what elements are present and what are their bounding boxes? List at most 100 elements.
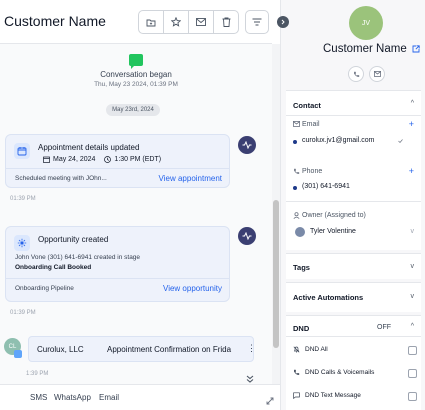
primary-dot bbox=[293, 186, 297, 190]
email-card[interactable]: Curolux, LLC Appointment Confirmation on… bbox=[28, 336, 254, 362]
add-email-button[interactable]: + bbox=[409, 119, 414, 129]
phone-icon bbox=[353, 71, 359, 77]
more-options-icon[interactable]: ⋮ bbox=[247, 344, 256, 353]
email-subject: Appointment Confirmation on Frida bbox=[107, 344, 232, 354]
appointment-timestamp: 01:39 PM bbox=[10, 196, 36, 202]
opportunity-title: Opportunity created bbox=[38, 235, 109, 244]
activity-icon bbox=[238, 227, 256, 245]
chevron-down-icon[interactable]: v bbox=[411, 293, 415, 300]
dnd-option-label: DND Calls & Voicemails bbox=[305, 369, 375, 376]
page-title: Customer Name bbox=[4, 13, 106, 29]
add-phone-button[interactable]: + bbox=[409, 166, 414, 176]
automations-section[interactable]: Active Automations v bbox=[286, 282, 421, 312]
dnd-status: OFF bbox=[377, 324, 391, 331]
conversation-began-title: Conversation began bbox=[100, 70, 172, 79]
mail-icon bbox=[293, 121, 300, 127]
dnd-option-all: DND All bbox=[293, 346, 328, 353]
tab-whatsapp[interactable]: WhatsApp bbox=[54, 393, 91, 402]
mail-icon bbox=[196, 18, 206, 26]
contact-name: Customer Name bbox=[323, 43, 407, 55]
divider bbox=[286, 201, 421, 202]
contact-avatar: JV bbox=[349, 6, 383, 40]
appointment-title: Appointment details updated bbox=[38, 143, 140, 152]
conversation-began: Conversation began Thu, May 23 2024, 01:… bbox=[0, 54, 272, 88]
owner-label: Owner (Assigned to) bbox=[302, 212, 366, 219]
chevron-down-icon[interactable]: v bbox=[411, 228, 415, 235]
opportunity-pipeline: Onboarding Pipeline bbox=[15, 285, 74, 292]
appointment-time: 1:30 PM (EDT) bbox=[114, 156, 162, 163]
chevron-up-icon[interactable]: ^ bbox=[411, 323, 414, 330]
contact-section-title: Contact bbox=[293, 101, 321, 110]
bell-off-icon bbox=[293, 346, 300, 353]
email-sender: Curolux, LLC bbox=[37, 344, 84, 354]
primary-dot bbox=[293, 140, 297, 144]
conversation-thread[interactable]: Conversation began Thu, May 23 2024, 01:… bbox=[0, 44, 272, 384]
conversation-began-date: Thu, May 23 2024, 01:39 PM bbox=[94, 81, 178, 88]
appointment-card: Appointment details updated May 24, 2024… bbox=[5, 134, 230, 188]
opportunity-stage: Onboarding Call Booked bbox=[15, 264, 92, 271]
phone-label: Phone bbox=[302, 168, 323, 175]
scroll-down-icon[interactable] bbox=[246, 375, 254, 384]
automations-title: Active Automations bbox=[293, 293, 364, 302]
expand-icon[interactable] bbox=[266, 397, 274, 405]
call-button[interactable] bbox=[348, 66, 364, 82]
mail-button[interactable] bbox=[189, 11, 214, 33]
email-message: CL Curolux, LLC Appointment Confirmation… bbox=[4, 336, 260, 362]
email-label: Email bbox=[302, 121, 320, 128]
dnd-section: DND OFF ^ DND All DND Calls & Voicemails… bbox=[286, 315, 421, 410]
email-badge-icon bbox=[14, 350, 22, 358]
divider bbox=[286, 115, 421, 116]
tab-email[interactable]: Email bbox=[99, 393, 119, 402]
chevron-down-icon[interactable]: v bbox=[411, 263, 415, 270]
owner-avatar bbox=[295, 227, 305, 237]
check-icon bbox=[398, 139, 403, 143]
card-divider bbox=[6, 168, 229, 169]
dnd-calls-checkbox[interactable] bbox=[408, 369, 417, 378]
calendar-icon bbox=[14, 143, 30, 159]
dnd-option-calls: DND Calls & Voicemails bbox=[293, 369, 374, 376]
phone-icon bbox=[294, 369, 300, 375]
star-icon bbox=[171, 17, 181, 27]
delete-button[interactable] bbox=[214, 11, 238, 33]
phone-value[interactable]: (301) 641-6941 bbox=[302, 183, 350, 190]
conversation-header: Customer Name bbox=[0, 0, 272, 44]
opportunity-card: Opportunity created John Vone (301) 641-… bbox=[5, 226, 230, 302]
dnd-option-label: DND Text Message bbox=[305, 392, 361, 399]
divider bbox=[286, 336, 421, 337]
star-button[interactable] bbox=[164, 11, 189, 33]
message-icon bbox=[293, 392, 300, 399]
dnd-title: DND bbox=[293, 324, 310, 333]
activity-icon bbox=[238, 136, 256, 154]
view-opportunity-link[interactable]: View opportunity bbox=[163, 284, 222, 293]
user-icon bbox=[293, 212, 300, 219]
owner-select[interactable]: Tyler Volentine bbox=[310, 228, 356, 235]
tab-sms[interactable]: SMS bbox=[30, 393, 47, 402]
email-button[interactable] bbox=[369, 66, 385, 82]
conversation-scrollbar[interactable] bbox=[272, 44, 280, 384]
scrollbar-thumb[interactable] bbox=[273, 200, 279, 348]
email-timestamp: 1:39 PM bbox=[26, 371, 49, 377]
opportunity-timestamp: 01:39 PM bbox=[10, 310, 36, 316]
chevron-up-icon[interactable]: ^ bbox=[411, 100, 414, 107]
view-appointment-link[interactable]: View appointment bbox=[159, 174, 222, 183]
opportunity-description: John Vone (301) 641-6941 created in stag… bbox=[15, 254, 141, 261]
filter-button[interactable] bbox=[245, 10, 269, 34]
chevron-right-icon bbox=[281, 19, 285, 25]
email-value[interactable]: curolux.jv1@gmail.com bbox=[302, 137, 374, 144]
dnd-option-label: DND All bbox=[305, 346, 328, 353]
appointment-date: May 24, 2024 bbox=[53, 156, 96, 163]
contact-sidebar: JV Customer Name Contact ^ Email + curol… bbox=[280, 0, 425, 410]
dnd-all-checkbox[interactable] bbox=[408, 346, 417, 355]
dnd-text-checkbox[interactable] bbox=[408, 392, 417, 401]
chat-icon bbox=[129, 54, 143, 69]
trash-icon bbox=[222, 17, 230, 27]
collapse-panel-button[interactable] bbox=[277, 16, 289, 28]
tags-section[interactable]: Tags v bbox=[286, 253, 421, 279]
external-edit-icon[interactable] bbox=[412, 45, 420, 53]
mail-icon bbox=[373, 71, 381, 77]
dnd-option-text: DND Text Message bbox=[293, 392, 361, 399]
appointment-description: Scheduled meeting with JOhn... bbox=[15, 175, 107, 182]
filter-icon bbox=[252, 18, 262, 26]
conversation-pane: Customer Name Conversation began Thu, Ma… bbox=[0, 0, 280, 410]
folder-button[interactable] bbox=[139, 11, 164, 33]
